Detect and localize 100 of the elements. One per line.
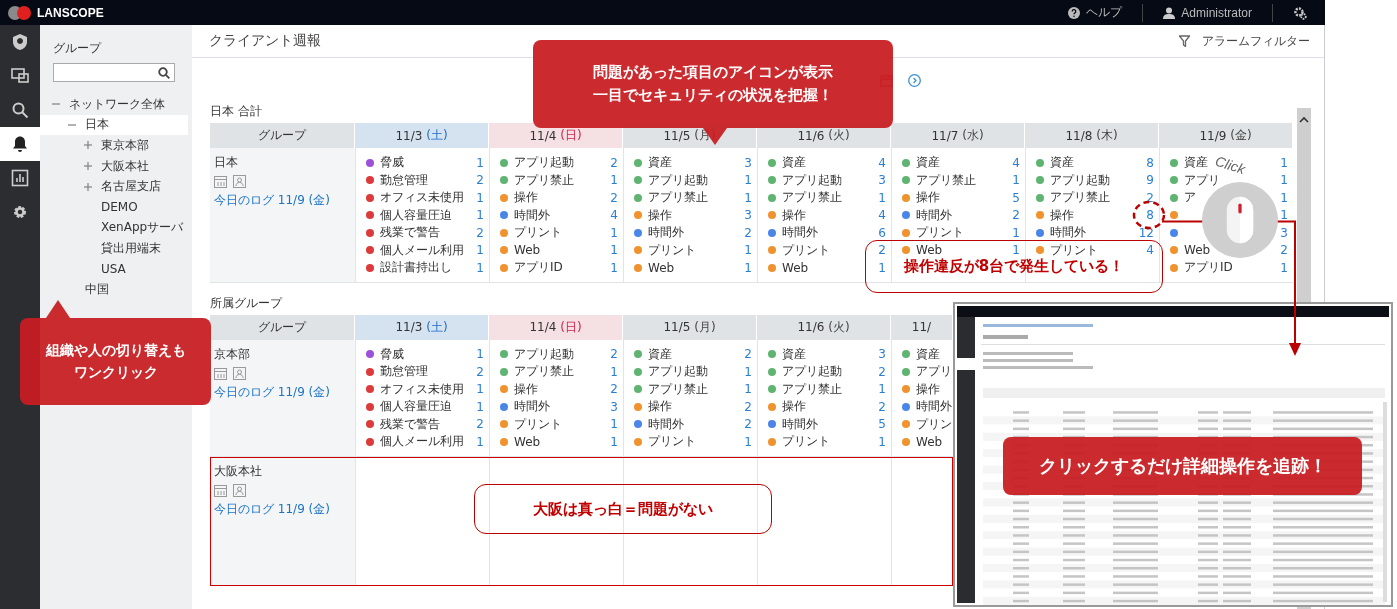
alarm-label[interactable]: プリント bbox=[782, 241, 830, 259]
alarm-label[interactable]: プリント bbox=[1050, 241, 1098, 259]
alarm-count[interactable]: 1 bbox=[476, 190, 484, 205]
alarm-count[interactable]: 1 bbox=[476, 243, 484, 258]
alarm-count[interactable]: 2 bbox=[878, 364, 886, 379]
alarm-label[interactable]: 操作 bbox=[514, 380, 538, 398]
alarm-count[interactable]: 1 bbox=[1012, 173, 1020, 188]
shield-icon[interactable] bbox=[11, 33, 29, 51]
alarm-count[interactable]: 2 bbox=[744, 417, 752, 432]
alarm-label[interactable]: 個人容量圧迫 bbox=[380, 398, 452, 416]
calendar-icon[interactable] bbox=[214, 175, 227, 188]
alarm-count[interactable]: 1 bbox=[744, 243, 752, 258]
alarm-count[interactable]: 2 bbox=[878, 399, 886, 414]
alarm-label[interactable]: 時間外 bbox=[514, 206, 550, 224]
alarm-count[interactable]: 1 bbox=[878, 382, 886, 397]
alarm-count[interactable]: 1 bbox=[744, 434, 752, 449]
alarm-label[interactable]: アプリ禁止 bbox=[782, 380, 842, 398]
alarm-count[interactable]: 1 bbox=[878, 190, 886, 205]
alarm-label[interactable]: オフィス未使用 bbox=[380, 189, 464, 207]
alarm-count[interactable]: 1 bbox=[1280, 173, 1288, 188]
alarm-count[interactable]: 1 bbox=[610, 260, 618, 275]
tree-item[interactable]: XenAppサーバ bbox=[40, 217, 188, 239]
alarm-label[interactable]: 時間外 bbox=[782, 224, 818, 242]
alarm-count[interactable]: 3 bbox=[878, 173, 886, 188]
alarm-label[interactable]: アプリ禁止 bbox=[782, 189, 842, 207]
alarm-label[interactable]: プリント bbox=[514, 415, 562, 433]
alarm-count[interactable]: 3 bbox=[610, 399, 618, 414]
tree-item[interactable]: 中国 bbox=[40, 279, 188, 300]
today-log-link[interactable]: 今日のログ 11/9 (金) bbox=[214, 383, 351, 401]
alarm-count[interactable]: 1 bbox=[476, 347, 484, 362]
alarm-count[interactable]: 1 bbox=[1012, 225, 1020, 240]
alarm-count[interactable]: 1 bbox=[1280, 260, 1288, 275]
alarm-count[interactable]: 2 bbox=[476, 225, 484, 240]
nav-item[interactable] bbox=[0, 127, 40, 161]
alarm-count[interactable]: 1 bbox=[476, 260, 484, 275]
alarm-count[interactable]: 2 bbox=[744, 225, 752, 240]
tree-item[interactable]: 貸出用端末 bbox=[40, 238, 188, 259]
alarm-count[interactable]: 1 bbox=[878, 260, 886, 275]
alarm-count[interactable]: 1 bbox=[744, 364, 752, 379]
alarm-count[interactable]: 8 bbox=[1146, 208, 1154, 223]
alarm-count[interactable]: 1 bbox=[476, 382, 484, 397]
alarm-label[interactable]: 時間外 bbox=[782, 415, 818, 433]
alarm-label[interactable]: アプリ禁止 bbox=[648, 189, 708, 207]
monitor-icon[interactable] bbox=[11, 67, 29, 85]
tree-item[interactable]: USA bbox=[40, 258, 188, 280]
settings-icon[interactable] bbox=[11, 203, 29, 221]
person-icon[interactable] bbox=[233, 366, 246, 380]
alarm-label[interactable]: プリント bbox=[648, 241, 696, 259]
alarm-count[interactable]: 1 bbox=[1012, 243, 1020, 258]
alarm-label[interactable]: アプリ禁止 bbox=[916, 171, 976, 189]
alarm-filter-button[interactable]: アラームフィルター bbox=[1179, 32, 1310, 50]
alarm-label[interactable]: ア bbox=[1184, 189, 1196, 207]
search-icon[interactable] bbox=[11, 101, 29, 119]
alarm-label[interactable]: アプリID bbox=[514, 259, 563, 277]
alarm-label[interactable]: 資産 bbox=[916, 345, 940, 363]
tree-item[interactable]: 名古屋支店 bbox=[40, 176, 188, 197]
alarm-count[interactable]: 2 bbox=[610, 382, 618, 397]
alarm-label[interactable]: 脅威 bbox=[380, 154, 404, 172]
alarm-label[interactable]: 残業で警告 bbox=[380, 415, 440, 433]
alarm-label[interactable]: プリント bbox=[648, 433, 696, 451]
alarm-label[interactable]: 設計書持出し bbox=[380, 259, 452, 277]
alarm-count[interactable]: 1 bbox=[610, 173, 618, 188]
search-icon[interactable] bbox=[158, 66, 170, 79]
alarm-label[interactable]: 資産 bbox=[648, 154, 672, 172]
alarm-label[interactable]: 資産 bbox=[1050, 154, 1074, 172]
alarm-count[interactable]: 1 bbox=[610, 364, 618, 379]
scroll-up-icon[interactable] bbox=[1299, 116, 1309, 123]
alarm-label[interactable]: アプリ起動 bbox=[648, 363, 708, 381]
alarm-count[interactable]: 1 bbox=[610, 243, 618, 258]
alarm-count[interactable]: 2 bbox=[744, 399, 752, 414]
alarm-count[interactable]: 8 bbox=[1146, 155, 1154, 170]
alarm-label[interactable]: 個人メール利用 bbox=[380, 241, 464, 259]
alarm-label[interactable]: アプリID bbox=[1184, 259, 1233, 277]
alarm-count[interactable]: 1 bbox=[610, 417, 618, 432]
alarm-label[interactable]: アプリ起動 bbox=[648, 171, 708, 189]
alarm-count[interactable]: 2 bbox=[1280, 243, 1288, 258]
alarm-count[interactable]: 2 bbox=[878, 243, 886, 258]
alarm-count[interactable]: 3 bbox=[878, 347, 886, 362]
alarm-count[interactable]: 2 bbox=[610, 190, 618, 205]
alarm-label[interactable]: 資産 bbox=[648, 345, 672, 363]
alarm-count[interactable]: 1 bbox=[476, 208, 484, 223]
alarm-label[interactable]: 脅威 bbox=[380, 345, 404, 363]
alarm-label[interactable]: 操作 bbox=[514, 189, 538, 207]
calendar-icon[interactable] bbox=[214, 366, 227, 380]
alarm-label[interactable]: Web bbox=[916, 434, 943, 449]
alarm-count[interactable]: 4 bbox=[878, 155, 886, 170]
search-field[interactable] bbox=[53, 63, 175, 82]
today-log-link[interactable]: 今日のログ 11/9 (金) bbox=[214, 192, 351, 209]
alarm-label[interactable]: Web bbox=[514, 243, 541, 258]
tree-item[interactable]: 大阪本社 bbox=[40, 155, 188, 177]
alarm-count[interactable]: 2 bbox=[476, 417, 484, 432]
alarm-label[interactable]: プリン bbox=[916, 415, 952, 433]
user-menu[interactable]: Administrator bbox=[1181, 5, 1252, 20]
alarm-count[interactable]: 2 bbox=[1012, 208, 1020, 223]
alarm-count[interactable]: 3 bbox=[1280, 225, 1288, 240]
person-icon[interactable] bbox=[233, 483, 246, 497]
alarm-label[interactable]: 資産 bbox=[1184, 154, 1208, 172]
alarm-label[interactable]: アプリ起動 bbox=[514, 345, 574, 363]
alarm-count[interactable]: 1 bbox=[744, 173, 752, 188]
alarm-count[interactable]: 1 bbox=[476, 434, 484, 449]
